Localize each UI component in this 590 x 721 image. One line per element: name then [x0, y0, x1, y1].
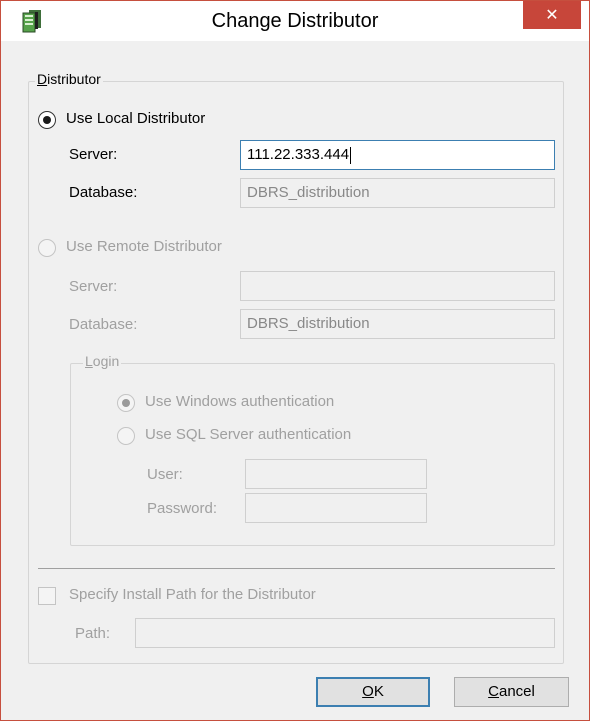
- title-bar[interactable]: Change Distributor ✕: [1, 1, 589, 41]
- use-remote-distributor-radio[interactable]: [38, 239, 56, 257]
- window-title: Change Distributor: [211, 10, 379, 32]
- user-label: User:: [147, 466, 183, 483]
- specify-install-path-checkbox[interactable]: [38, 587, 56, 605]
- windows-authentication-label: Use Windows authentication: [145, 393, 335, 410]
- sql-server-authentication-radio[interactable]: [117, 427, 135, 445]
- distributor-group-legend: Distributor: [35, 71, 103, 87]
- password-input[interactable]: [245, 493, 427, 523]
- local-database-label: Database:: [69, 184, 138, 201]
- section-separator: [38, 568, 555, 569]
- login-legend-text: ogin: [92, 353, 120, 369]
- path-input[interactable]: [135, 618, 555, 648]
- use-remote-distributor-label: Use Remote Distributor: [66, 238, 222, 255]
- local-server-label: Server:: [69, 146, 118, 163]
- close-icon: ✕: [545, 7, 559, 24]
- text-cursor: [350, 146, 352, 164]
- local-server-input[interactable]: 111.22.333.444: [240, 140, 555, 170]
- use-local-distributor-radio[interactable]: [38, 111, 56, 129]
- local-database-input[interactable]: DBRS_distribution: [240, 178, 555, 208]
- login-legend-mnemonic: L: [85, 353, 93, 369]
- dialog-client-area: Distributor Use Local Distributor Server…: [7, 41, 583, 716]
- remote-database-input[interactable]: DBRS_distribution: [240, 309, 555, 339]
- remote-server-input[interactable]: [240, 271, 555, 301]
- specify-install-path-label: Specify Install Path for the Distributor: [69, 586, 316, 603]
- ok-label: K: [373, 683, 384, 700]
- cancel-button[interactable]: Cancel: [454, 677, 569, 707]
- sql-server-authentication-label: Use SQL Server authentication: [145, 426, 352, 443]
- remote-database-label: Database:: [69, 316, 138, 333]
- use-local-distributor-label: Use Local Distributor: [66, 110, 206, 127]
- password-label: Password:: [147, 500, 218, 517]
- local-database-value: DBRS_distribution: [247, 184, 370, 201]
- change-distributor-dialog: Change Distributor ✕ Distributor Use Loc…: [0, 0, 590, 721]
- remote-database-value: DBRS_distribution: [247, 315, 370, 332]
- ok-button[interactable]: OK: [316, 677, 430, 707]
- login-group-legend: Login: [83, 353, 122, 369]
- ok-mnemonic: O: [362, 683, 374, 700]
- close-button[interactable]: ✕: [523, 1, 581, 29]
- remote-server-label: Server:: [69, 278, 118, 295]
- legend-mnemonic: D: [37, 71, 48, 87]
- path-label: Path:: [75, 625, 111, 642]
- cancel-label: ancel: [498, 683, 535, 700]
- local-server-value: 111.22.333.444: [247, 146, 350, 163]
- legend-text: istributor: [47, 71, 101, 87]
- cancel-mnemonic: C: [488, 683, 499, 700]
- windows-authentication-radio[interactable]: [117, 394, 135, 412]
- user-input[interactable]: [245, 459, 427, 489]
